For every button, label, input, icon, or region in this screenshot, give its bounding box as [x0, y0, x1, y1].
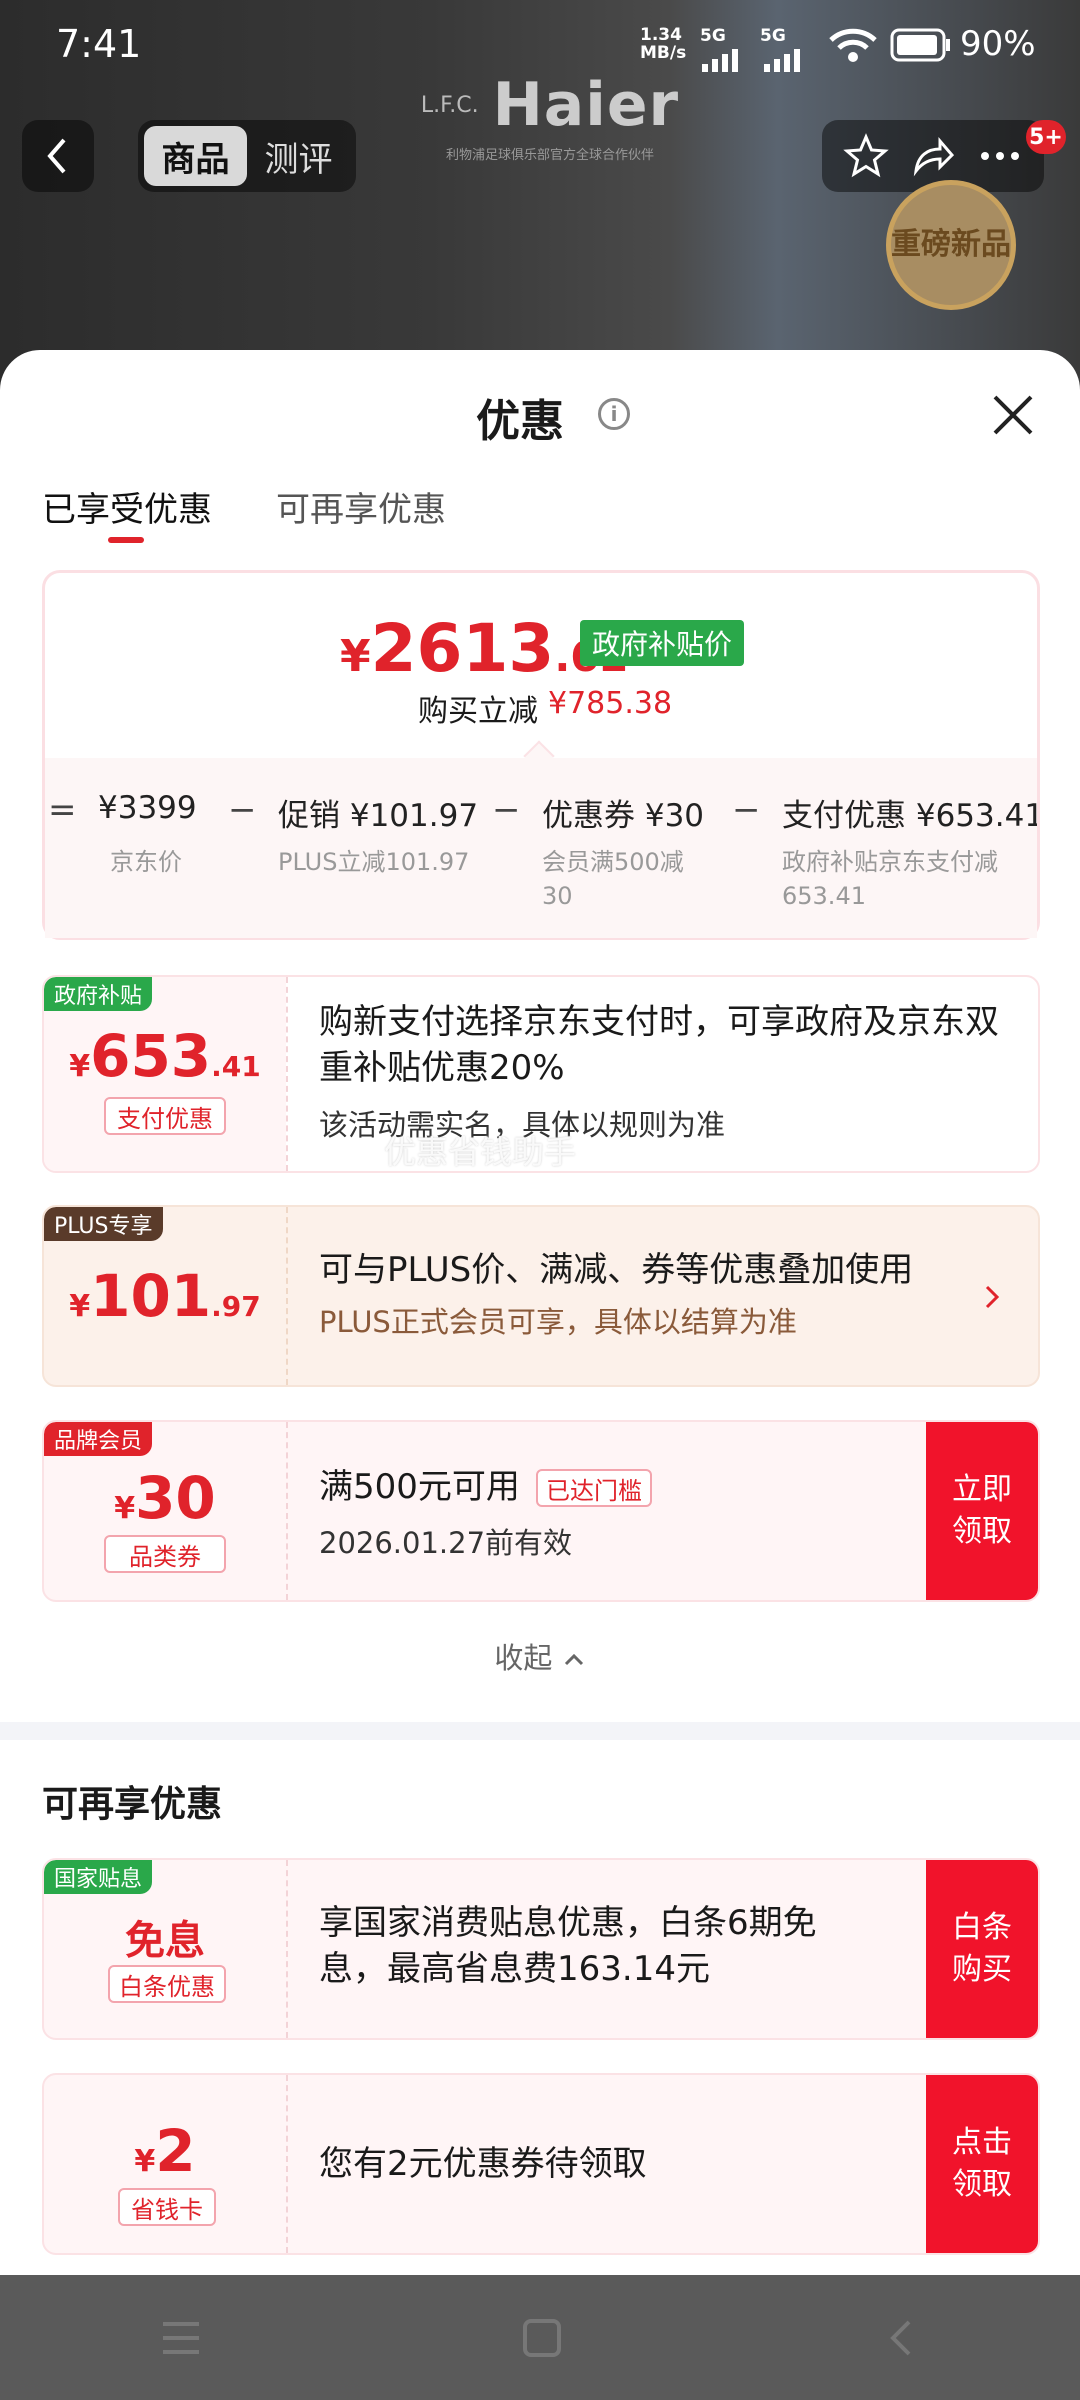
- tab-more-discounts[interactable]: 可再享优惠: [276, 482, 446, 531]
- tag-brand-member: 品牌会员: [44, 1422, 153, 1456]
- brand-logo: L.F.C. Haier 利物浦足球俱乐部官方全球合作伙伴: [421, 70, 678, 200]
- chevron-left-icon: [47, 138, 66, 174]
- tag-plus: PLUS专享: [44, 1207, 163, 1241]
- tab-underline: [108, 537, 144, 543]
- reduce-line: 购买立减 ¥785.38: [418, 686, 673, 729]
- sub-tag: 省钱卡: [118, 2188, 216, 2226]
- card-text: 可与PLUS价、满减、券等优惠叠加使用: [319, 1250, 914, 1290]
- breakdown-jd-price: ¥3399: [98, 790, 197, 826]
- signal-bars-icon: [762, 40, 814, 81]
- op-minus: −: [492, 790, 521, 830]
- card-text: 您有2元优惠券待领取: [319, 2144, 647, 2184]
- battery-percent: 90%: [960, 24, 1036, 64]
- signal-bars-icon: [700, 40, 752, 81]
- amount: 免息: [125, 1918, 205, 1964]
- breakdown-coupon: 优惠券 ¥30: [542, 798, 705, 834]
- star-icon[interactable]: [842, 133, 889, 179]
- tab-applied-discounts[interactable]: 已享受优惠: [42, 482, 212, 531]
- card-text: 享国家消费贴息优惠，白条6期免息，最高省息费163.14元: [319, 1903, 817, 1989]
- haier-logo: Haier: [492, 70, 680, 140]
- section-more-title: 可再享优惠: [42, 1784, 223, 1825]
- clock: 7:41: [56, 22, 142, 66]
- close-button[interactable]: [990, 392, 1036, 438]
- tab-product[interactable]: 商品: [144, 126, 247, 186]
- notification-badge: 5+: [1026, 120, 1066, 154]
- wifi-icon: [828, 26, 878, 73]
- tag-gov-subsidy: 政府补贴: [44, 977, 153, 1011]
- menu-icon[interactable]: [159, 2318, 203, 2358]
- tag-national-interest: 国家贴息: [44, 1860, 153, 1894]
- back-button[interactable]: [22, 120, 94, 192]
- sub-tag: 品类券: [104, 1535, 226, 1573]
- breakdown-promo-sub: PLUS立减101.97: [278, 848, 470, 876]
- more-icon[interactable]: [977, 133, 1023, 179]
- watermark: 优惠省钱助手: [384, 1133, 577, 1171]
- info-icon[interactable]: i: [598, 398, 630, 430]
- share-icon[interactable]: [910, 133, 956, 179]
- chevron-up-icon: [564, 1653, 583, 1666]
- collapse-button[interactable]: 收起: [0, 1635, 1080, 1677]
- product-tabs: 商品 测评: [138, 120, 356, 192]
- breakdown-pay-sub: 政府补贴京东支付减653.41: [782, 848, 998, 910]
- card-text: 满500元可用: [319, 1467, 520, 1507]
- net-speed: 1.34 MB/s: [640, 25, 687, 63]
- claim-coupon-button[interactable]: 立即领取: [926, 1422, 1038, 1600]
- sub-tag: 白条优惠: [108, 1965, 226, 2003]
- action-bar: [822, 120, 1044, 192]
- close-icon: [993, 395, 1033, 435]
- amount: ¥30: [114, 1464, 216, 1532]
- system-nav-bar: [0, 2275, 1080, 2400]
- amount: ¥653.41: [69, 1022, 261, 1090]
- baitiao-buy-button[interactable]: 白条购买: [926, 1860, 1038, 2038]
- discount-card-coupon: 品牌会员 ¥30 品类券 满500元可用 已达门槛 2026.01.27前有效 …: [42, 1420, 1040, 1602]
- brand-subtitle: 利物浦足球俱乐部官方全球合作伙伴: [445, 148, 654, 163]
- breakdown-jd-price-sub: 京东价: [110, 848, 182, 876]
- threshold-badge: 已达门槛: [536, 1469, 652, 1507]
- op-minus: −: [732, 790, 761, 830]
- back-icon[interactable]: [881, 2318, 921, 2358]
- discount-card-gov: 政府补贴 ¥653.41 支付优惠 购新支付选择京东支付时，可享政府及京东双重补…: [42, 975, 1040, 1173]
- card-note: PLUS正式会员可享，具体以结算为准: [319, 1305, 797, 1339]
- sub-tag: 支付优惠: [104, 1097, 226, 1135]
- discount-card-interest-free: 国家贴息 免息 白条优惠 享国家消费贴息优惠，白条6期免息，最高省息费163.1…: [42, 1858, 1040, 2040]
- card-note: 2026.01.27前有效: [319, 1526, 573, 1560]
- club-logo: L.F.C.: [420, 92, 479, 118]
- claim-saver-button[interactable]: 点击领取: [926, 2075, 1038, 2253]
- amount: ¥101.97: [69, 1262, 261, 1330]
- section-divider: [0, 1722, 1080, 1740]
- chevron-right-icon: [985, 1285, 1000, 1309]
- tab-review[interactable]: 测评: [247, 126, 350, 186]
- breakdown-coupon-sub: 会员满500减30: [542, 848, 684, 910]
- breakdown-promo: 促销 ¥101.97: [278, 798, 479, 834]
- gov-price-tag: 政府补贴价: [580, 620, 745, 666]
- sheet-title: 优惠: [476, 396, 564, 447]
- discount-card-saver: ¥2 省钱卡 您有2元优惠券待领取 点击领取: [42, 2073, 1040, 2255]
- home-icon[interactable]: [522, 2318, 562, 2358]
- op-equals: =: [48, 790, 77, 830]
- amount: ¥2: [134, 2117, 196, 2185]
- battery-icon: [890, 28, 952, 71]
- breakdown-pay: 支付优惠 ¥653.41: [782, 798, 1037, 834]
- new-product-badge: 重磅新品: [886, 180, 1016, 310]
- discount-card-plus[interactable]: PLUS专享 ¥101.97 可与PLUS价、满减、券等优惠叠加使用 PLUS正…: [42, 1205, 1040, 1387]
- op-minus: −: [228, 790, 257, 830]
- card-text: 购新支付选择京东支付时，可享政府及京东双重补贴优惠20%: [319, 1002, 999, 1088]
- breakdown-pay-clip: 支付优惠 ¥653.41 政府补贴京东支付减653.41: [782, 790, 1037, 940]
